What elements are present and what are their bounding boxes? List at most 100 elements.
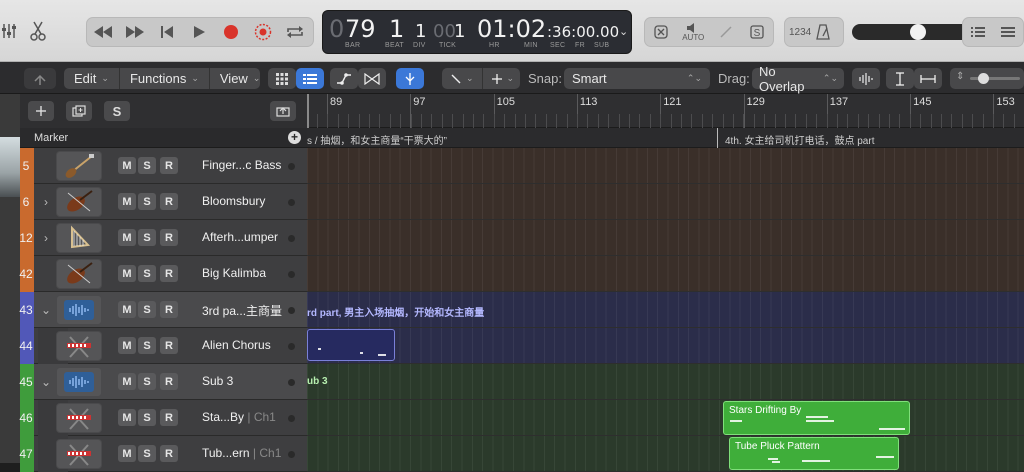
chevron-right-icon[interactable]: › — [38, 194, 54, 210]
keyboard-stand-icon[interactable] — [56, 403, 102, 433]
playhead[interactable] — [307, 94, 309, 128]
solo-button[interactable]: S — [138, 445, 156, 462]
solo-s-icon[interactable]: S — [741, 18, 773, 46]
mute-button[interactable]: M — [118, 445, 136, 462]
secondary-tool-menu[interactable]: ⌄ — [483, 68, 523, 89]
mute-button[interactable]: M — [118, 409, 136, 426]
lcd-chevron-down-icon[interactable]: ⌄ — [619, 25, 628, 38]
solo-button[interactable]: S — [138, 409, 156, 426]
record-enable-button[interactable]: R — [160, 301, 178, 318]
mute-button[interactable]: M — [118, 301, 136, 318]
duplicate-track-button[interactable] — [66, 101, 92, 121]
go-to-start-icon[interactable] — [151, 18, 183, 46]
track-lane-12[interactable] — [307, 220, 1024, 256]
zoom-knob[interactable] — [978, 73, 989, 84]
track-header-43[interactable]: 43 ⌄ M S R 3rd pa...主商量 — [19, 292, 307, 328]
tracks-view-icon[interactable] — [296, 68, 324, 89]
master-volume-slider[interactable] — [852, 24, 980, 40]
solo-button[interactable]: S — [138, 157, 156, 174]
solo-button[interactable]: S — [138, 301, 156, 318]
snap-select[interactable]: Smart ⌃⌄ — [564, 68, 710, 89]
track-lane-6[interactable] — [307, 184, 1024, 220]
waveform-zoom-icon[interactable] — [852, 68, 880, 89]
marker-4th-part[interactable]: 4th. 女主给司机打电话，鼓点 part — [725, 132, 874, 147]
alien-chorus-region[interactable] — [307, 329, 395, 361]
pointer-tool-menu[interactable]: ⌄ — [442, 68, 483, 89]
track-header-12[interactable]: 12 › M S R Afterh...umper — [19, 220, 307, 256]
track-lane-44[interactable] — [307, 328, 1024, 364]
track-lane-46[interactable] — [307, 400, 1024, 436]
automation-icon[interactable] — [330, 68, 358, 89]
capture-record-icon[interactable] — [247, 18, 279, 46]
marker-lane[interactable]: s / 抽烟，和女主商量“干票大的” 4th. 女主给司机打电话，鼓点 part — [307, 128, 1024, 148]
browser-icon[interactable] — [993, 18, 1023, 46]
mute-button[interactable]: M — [118, 373, 136, 390]
tube-pluck-pattern-region[interactable]: Tube Pluck Pattern — [729, 437, 899, 470]
metronome-icon[interactable] — [811, 18, 835, 46]
pointer-follow-icon[interactable] — [396, 68, 424, 89]
lcd-display[interactable]: 0 79 1 1 00 1 01:02 :36:00.00 BAR BEAT D… — [322, 10, 632, 54]
record-enable-button[interactable]: R — [160, 193, 178, 210]
mixer-icon[interactable] — [0, 22, 20, 40]
harp-icon[interactable] — [56, 223, 102, 253]
mute-button[interactable]: M — [118, 337, 136, 354]
track-name[interactable]: Sta...By | Ch1 — [202, 410, 292, 424]
stars-drifting-by-region[interactable]: Stars Drifting By — [723, 401, 910, 435]
bar-ruler[interactable]: 89 97 105 113 121 129 137 145 153 — [307, 94, 1024, 128]
mute-button[interactable]: M — [118, 265, 136, 282]
chevron-down-icon[interactable]: ⌄ — [38, 302, 54, 318]
horizontal-zoom-icon[interactable] — [914, 68, 942, 89]
marker-track-header[interactable]: Marker + — [20, 128, 307, 148]
track-name[interactable]: Tub...ern | Ch1 — [202, 446, 292, 460]
marker-3rd-part[interactable]: s / 抽烟，和女主商量“干票大的” — [307, 132, 447, 147]
track-lane-47[interactable] — [307, 436, 1024, 472]
grid-view-icon[interactable] — [268, 68, 296, 89]
fast-forward-icon[interactable] — [119, 18, 151, 46]
track-header-47[interactable]: 47 M S R Tub...ern | Ch1 — [19, 436, 307, 472]
add-track-button[interactable] — [28, 101, 54, 121]
play-icon[interactable] — [183, 18, 215, 46]
mute-button[interactable]: M — [118, 229, 136, 246]
chevron-right-icon[interactable]: › — [38, 230, 54, 246]
solo-button[interactable]: S — [138, 373, 156, 390]
record-enable-button[interactable]: R — [160, 373, 178, 390]
mute-button[interactable]: M — [118, 157, 136, 174]
edit-menu[interactable]: Edit ⌄ — [64, 68, 120, 89]
auto-input-monitoring-button[interactable]: AUTO — [677, 18, 710, 46]
add-marker-icon[interactable]: + — [288, 131, 301, 144]
track-name[interactable]: Alien Chorus — [202, 338, 292, 352]
solo-button[interactable]: S — [138, 337, 156, 354]
mute-button[interactable]: M — [118, 193, 136, 210]
flex-icon[interactable] — [358, 68, 386, 89]
track-lane-5[interactable] — [307, 148, 1024, 184]
waveform-folder-icon[interactable] — [56, 295, 102, 325]
track-lane-45[interactable] — [307, 364, 1024, 400]
record-enable-button[interactable]: R — [160, 337, 178, 354]
zoom-slider[interactable]: ⇕ — [950, 68, 1024, 89]
track-header-5[interactable]: 5 M S R Finger...c Bass — [20, 148, 307, 184]
vertical-zoom-icon[interactable] — [886, 68, 914, 89]
chevron-down-icon[interactable]: ⌄ — [38, 374, 54, 390]
track-name[interactable]: 3rd pa...主商量 — [202, 302, 292, 319]
rewind-icon[interactable] — [87, 18, 119, 46]
solo-button[interactable]: S — [138, 229, 156, 246]
volume-knob[interactable] — [910, 24, 926, 40]
record-enable-button[interactable]: R — [160, 409, 178, 426]
waveform-folder-icon[interactable] — [56, 367, 102, 397]
functions-menu[interactable]: Functions ⌄ — [120, 68, 210, 89]
record-enable-button[interactable]: R — [160, 157, 178, 174]
solo-button[interactable]: S — [138, 265, 156, 282]
upload-icon[interactable] — [270, 101, 296, 121]
track-name[interactable]: Sub 3 — [202, 374, 292, 388]
track-header-6[interactable]: 6 › M S R Bloomsbury — [20, 184, 307, 220]
drag-select[interactable]: No Overlap ⌃⌄ — [752, 64, 844, 94]
scissors-icon[interactable] — [28, 20, 48, 42]
track-header-46[interactable]: 46 M S R Sta...By | Ch1 — [19, 400, 307, 436]
list-editors-icon[interactable] — [963, 18, 993, 46]
track-name[interactable]: Big Kalimba — [202, 266, 292, 280]
record-icon[interactable] — [215, 18, 247, 46]
count-in-label[interactable]: 1234 — [789, 27, 811, 38]
catch-playhead-icon[interactable] — [24, 68, 56, 89]
violin-icon[interactable] — [56, 259, 102, 289]
bass-guitar-icon[interactable] — [56, 151, 102, 181]
